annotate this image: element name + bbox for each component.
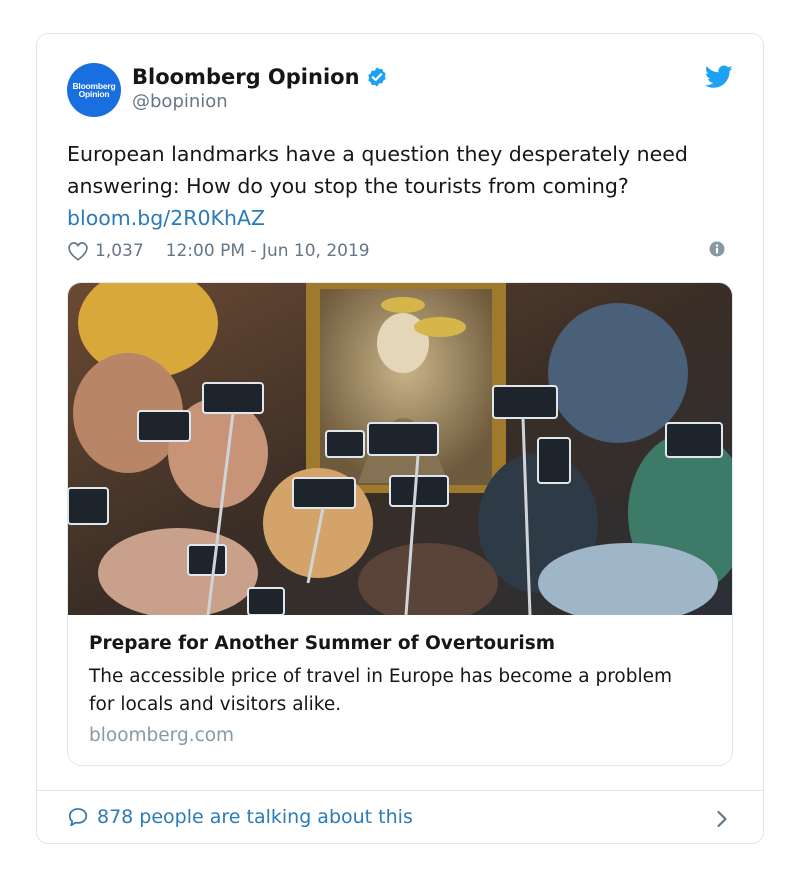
crowd-photo (68, 283, 732, 615)
talking-text: 878 people are talking about this (97, 806, 413, 828)
tweet-link[interactable]: bloom.bg/2R0KhAZ (67, 206, 265, 230)
info-icon[interactable] (709, 241, 725, 257)
chevron-right-icon[interactable] (715, 809, 729, 829)
display-name-row: Bloomberg Opinion (132, 65, 388, 89)
card-description: The accessible price of travel in Europe… (89, 666, 673, 715)
heart-icon[interactable] (67, 241, 89, 261)
tweet-card[interactable]: Bloomberg Opinion Bloomberg Opinion @bop… (36, 33, 764, 844)
verified-badge-icon (367, 67, 386, 87)
avatar[interactable]: Bloomberg Opinion (67, 63, 121, 117)
avatar-text-opinion: Opinion (78, 89, 110, 99)
handle[interactable]: @bopinion (132, 91, 388, 112)
twitter-bird-icon[interactable] (705, 65, 733, 89)
card-domain: bloomberg.com (89, 725, 235, 746)
display-name[interactable]: Bloomberg Opinion (132, 65, 360, 89)
tweet-header: Bloomberg Opinion Bloomberg Opinion @bop… (67, 63, 735, 123)
timestamp[interactable]: 12:00 PM - Jun 10, 2019 (166, 241, 370, 261)
tweet-footer[interactable]: 878 people are talking about this (37, 790, 763, 844)
tweet-meta: 1,037 12:00 PM - Jun 10, 2019 (67, 239, 733, 263)
comment-icon (68, 808, 88, 827)
tweet-body: European landmarks have a question they … (67, 142, 688, 198)
card-title[interactable]: Prepare for Another Summer of Overtouris… (89, 633, 555, 654)
talking-link[interactable]: 878 people are talking about this (67, 806, 413, 828)
author-names[interactable]: Bloomberg Opinion @bopinion (132, 65, 388, 112)
tweet-text: European landmarks have a question they … (67, 138, 737, 234)
link-preview-card[interactable]: Prepare for Another Summer of Overtouris… (67, 282, 733, 766)
like-count[interactable]: 1,037 (95, 241, 144, 261)
